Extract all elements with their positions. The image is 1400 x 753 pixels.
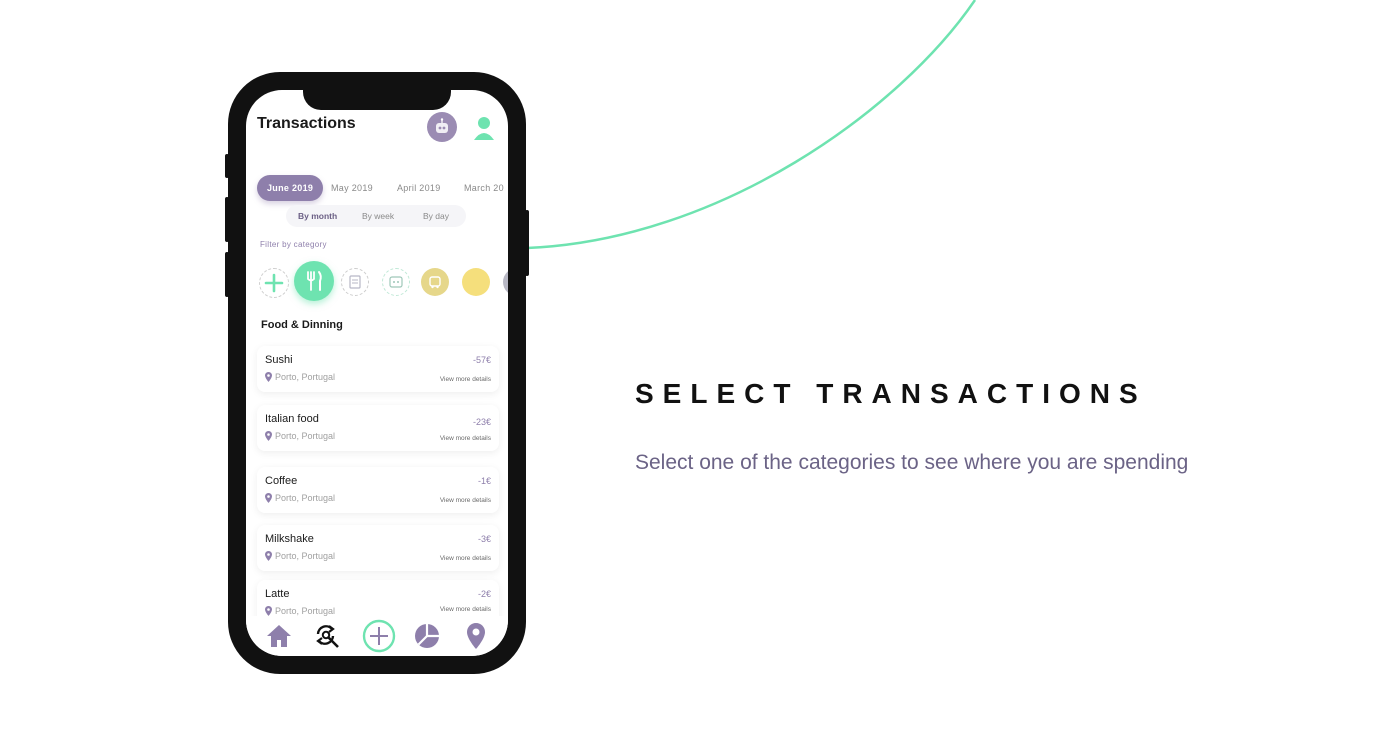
bot-assistant-icon[interactable] <box>427 112 457 142</box>
period-by-week[interactable]: By week <box>362 205 394 227</box>
transaction-amount: -3€ <box>477 534 491 544</box>
month-tabs: June 2019 May 2019 April 2019 March 20 <box>256 175 508 201</box>
view-more-details-link[interactable]: View more details <box>440 497 491 504</box>
transaction-location-text: Porto, Portugal <box>275 606 336 616</box>
transaction-item[interactable]: Sushi -57€ Porto, Portugal View more det… <box>257 346 499 392</box>
category-filter-row <box>258 260 508 302</box>
view-more-details-link[interactable]: View more details <box>440 606 491 613</box>
user-profile-icon[interactable] <box>472 114 496 142</box>
transaction-location: Porto, Portugal <box>265 372 335 382</box>
category-bills[interactable] <box>341 268 369 296</box>
phone-power-button <box>525 210 529 276</box>
transaction-location: Porto, Portugal <box>265 551 335 561</box>
category-food-dining[interactable] <box>294 261 334 301</box>
period-toggle: By month By week By day <box>286 205 466 227</box>
receipt-icon <box>349 275 361 289</box>
transaction-amount: -1€ <box>477 476 491 486</box>
transaction-item[interactable]: Milkshake -3€ Porto, Portugal View more … <box>257 525 499 571</box>
transaction-location-text: Porto, Portugal <box>275 431 336 441</box>
bottom-navigation <box>246 616 508 656</box>
game-icon <box>389 276 403 288</box>
category-other[interactable] <box>462 268 490 296</box>
tab-month-march-2019[interactable]: March 20 <box>464 175 504 201</box>
phone-notch <box>303 90 451 110</box>
view-more-details-link[interactable]: View more details <box>440 555 491 562</box>
phone-screen: Transactions June 2019 May 2019 April 20… <box>246 90 508 656</box>
transaction-item[interactable]: Italian food -23€ Porto, Portugal View m… <box>257 405 499 451</box>
phone-mute-button <box>225 154 229 178</box>
view-more-details-link[interactable]: View more details <box>440 376 491 383</box>
transaction-amount: -2€ <box>477 589 491 599</box>
transaction-name: Italian food <box>265 413 319 425</box>
bus-icon <box>429 276 441 289</box>
search-refresh-icon[interactable] <box>313 622 341 650</box>
page-title: Transactions <box>257 115 356 132</box>
transaction-name: Milkshake <box>265 533 314 545</box>
location-icon[interactable] <box>462 622 490 650</box>
location-pin-icon <box>265 606 272 616</box>
transaction-location-text: Porto, Portugal <box>275 493 336 503</box>
transaction-location: Porto, Portugal <box>265 606 335 616</box>
transaction-location: Porto, Portugal <box>265 493 335 503</box>
phone-volume-down-button <box>225 252 229 297</box>
category-more[interactable] <box>503 268 508 296</box>
fork-knife-icon <box>307 271 322 291</box>
tab-month-june-2019[interactable]: June 2019 <box>257 175 324 201</box>
promo-heading: SELECT TRANSACTIONS <box>635 378 1147 409</box>
location-pin-icon <box>265 493 272 503</box>
promo-subtitle: Select one of the categories to see wher… <box>635 451 1189 474</box>
decorative-arc <box>526 0 977 250</box>
filter-by-category-label: Filter by category <box>260 240 327 249</box>
add-category-button[interactable] <box>259 268 289 298</box>
transaction-item[interactable]: Coffee -1€ Porto, Portugal View more det… <box>257 467 499 513</box>
tab-month-may-2019[interactable]: May 2019 <box>331 175 373 201</box>
home-icon[interactable] <box>265 622 293 650</box>
period-by-month[interactable]: By month <box>298 205 337 227</box>
location-pin-icon <box>265 372 272 382</box>
transaction-name: Coffee <box>265 475 298 487</box>
tab-month-april-2019[interactable]: April 2019 <box>397 175 441 201</box>
chart-icon[interactable] <box>413 622 441 650</box>
category-transport[interactable] <box>421 268 449 296</box>
add-icon <box>362 619 396 653</box>
transaction-amount: -23€ <box>472 417 491 427</box>
add-transaction-button[interactable] <box>362 619 396 653</box>
transaction-name: Sushi <box>265 354 293 366</box>
transaction-name: Latte <box>265 588 290 600</box>
view-more-details-link[interactable]: View more details <box>440 435 491 442</box>
location-pin-icon <box>265 431 272 441</box>
location-pin-icon <box>265 551 272 561</box>
transaction-location-text: Porto, Portugal <box>275 551 336 561</box>
phone-mockup: Transactions June 2019 May 2019 April 20… <box>225 72 529 674</box>
transaction-location-text: Porto, Portugal <box>275 372 336 382</box>
period-by-day[interactable]: By day <box>423 205 449 227</box>
transaction-amount: -57€ <box>472 355 491 365</box>
transaction-location: Porto, Portugal <box>265 431 335 441</box>
category-entertainment[interactable] <box>382 268 410 296</box>
section-title: Food & Dinning <box>261 319 343 331</box>
phone-volume-up-button <box>225 197 229 242</box>
